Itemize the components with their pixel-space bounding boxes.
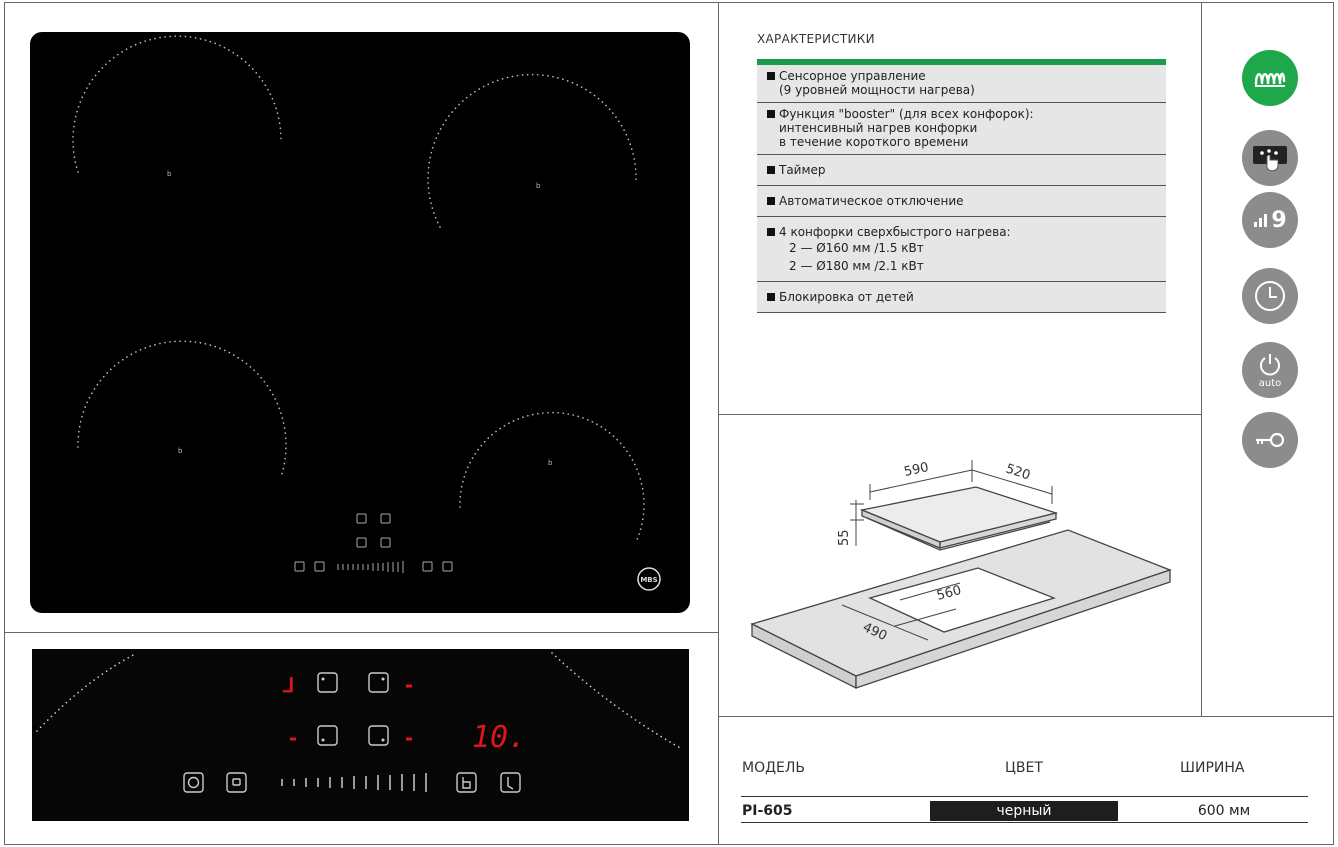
burner-ring-top-left	[72, 35, 282, 173]
spec-header-color: ЦВЕТ	[1005, 760, 1043, 776]
spec-model: PI-605	[742, 803, 793, 819]
bullet-icon	[767, 166, 775, 174]
feature-item: Блокировка от детей	[757, 282, 1166, 313]
timer-display: 10.	[472, 720, 526, 755]
spec-width: 600 мм	[1197, 803, 1251, 819]
zone-mark: b	[167, 170, 172, 178]
power-levels-count: 9	[1271, 207, 1287, 233]
burner-ring-arc	[551, 652, 683, 750]
auto-label: auto	[1258, 378, 1282, 389]
key-lock-icon	[1242, 412, 1298, 468]
dim-width: 590	[903, 460, 930, 480]
feature-item: Таймер	[757, 155, 1166, 186]
control-panel-image: ᒧ - - - 10.	[32, 649, 689, 821]
feature-item: Функция "booster" (для всех конфорок): и…	[757, 103, 1166, 155]
burner-ring-bottom-left	[77, 340, 287, 478]
bullet-icon	[767, 72, 775, 80]
spec-header-model: МОДЕЛЬ	[742, 760, 806, 776]
divider	[718, 2, 719, 845]
burner-ring-arc	[36, 652, 138, 732]
dimensions-drawing: 590 520 55 560 490	[750, 460, 1172, 690]
bullet-icon	[767, 197, 775, 205]
mbs-logo: MBS	[637, 567, 661, 591]
zone-mark: b	[536, 182, 541, 190]
bullet-icon	[767, 293, 775, 301]
bullet-icon	[767, 228, 775, 236]
burner-ring-bottom-right	[459, 411, 645, 543]
dim-height: 55	[837, 529, 852, 546]
feature-item: 4 конфорки сверхбыстрого нагрева: 2 — Ø1…	[757, 217, 1166, 282]
zone-display: ᒧ	[282, 673, 294, 697]
divider	[718, 716, 1334, 717]
features-title: ХАРАКТЕРИСТИКИ	[757, 32, 875, 46]
zone-display: -	[403, 726, 415, 750]
induction-coil-icon	[1242, 50, 1298, 106]
spec-color: черный	[930, 801, 1118, 821]
divider	[4, 632, 718, 633]
zone-mark: b	[548, 459, 553, 467]
timer-icon	[1242, 268, 1298, 324]
zone-display: -	[287, 726, 299, 750]
svg-text:MBS: MBS	[640, 576, 657, 584]
cooktop-image: b b b b MBS	[30, 32, 690, 613]
dim-depth: 520	[1004, 462, 1032, 484]
power-levels-icon: 9	[1242, 192, 1298, 248]
feature-item: Автоматическое отключение	[757, 186, 1166, 217]
zone-mark: b	[178, 447, 183, 455]
spec-header-width: ШИРИНА	[1180, 760, 1245, 776]
divider	[718, 414, 1201, 415]
burner-ring-top-right	[427, 73, 637, 228]
features-list: Сенсорное управление (9 уровней мощности…	[757, 65, 1166, 313]
spec-rule	[741, 796, 1308, 797]
divider	[1201, 2, 1202, 716]
zone-display: -	[403, 673, 415, 697]
bullet-icon	[767, 110, 775, 118]
feature-item: Сенсорное управление (9 уровней мощности…	[757, 65, 1166, 103]
auto-off-icon: auto	[1242, 342, 1298, 398]
touch-control-icon	[1242, 130, 1298, 186]
spec-rule	[741, 822, 1308, 823]
